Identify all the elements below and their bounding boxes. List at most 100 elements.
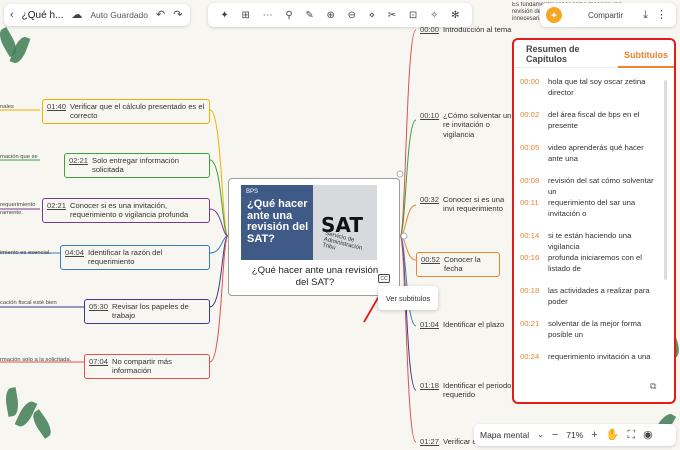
app-logo-icon[interactable]: ✦ [546, 7, 562, 23]
view-controls: Mapa mental ⌄ − 71% + ✋ ⛶ ◉ [474, 424, 676, 446]
offscreen-node-text: mación que se [0, 154, 38, 160]
node-text: Identificar el plazo [443, 320, 505, 329]
subtitle-time[interactable]: 00:11 [520, 197, 540, 230]
add-icon[interactable]: ⊕ [327, 10, 335, 21]
cut-icon[interactable]: ✂ [388, 10, 396, 21]
autosave-status: Auto Guardado [90, 10, 149, 20]
subtitle-item[interactable]: 00:05 video aprenderás qué hacer ante una [520, 142, 660, 175]
node-timestamp[interactable]: 00:10 [420, 111, 439, 120]
left-node[interactable]: 05:30 Revisar los papeles de trabajo [84, 299, 210, 324]
export-icon[interactable]: ⤓ [643, 9, 648, 21]
offscreen-node-text: imiento es esencial. [0, 250, 51, 256]
node-timestamp[interactable]: 01:27 [420, 437, 439, 446]
hand-tool-icon[interactable]: ✋ [606, 429, 620, 441]
format-painter-icon[interactable]: ⚲ [285, 10, 292, 21]
right-node[interactable]: 01:18 Identificar el periodo requerido [420, 381, 512, 400]
chevron-down-icon[interactable]: ⌄ [537, 431, 544, 439]
node-text: Verificar que el cálculo presentado es e… [70, 102, 205, 121]
node-text: Conocer si es una invitación, requerimie… [70, 201, 189, 220]
node-text: Identificar el periodo requerido [443, 381, 512, 400]
view-mode-select[interactable]: Mapa mental [480, 430, 529, 440]
node-timestamp[interactable]: 07:04 [89, 357, 108, 366]
panel-scrollbar[interactable] [664, 80, 667, 280]
subtitle-text: si te están haciendo una vigilancia [548, 231, 632, 252]
node-timestamp[interactable]: 00:32 [420, 195, 439, 204]
subtitle-item[interactable]: 00:02 del área fiscal de bps en el presen… [520, 109, 660, 142]
subtitle-item[interactable]: 00:24 requerimiento invitación a una [520, 351, 660, 371]
tab-chapter-summary[interactable]: Resumen de Capítulos [520, 40, 618, 68]
right-node[interactable]: 00:10 ¿Cómo solventar un re invitación o… [420, 111, 512, 140]
node-timestamp[interactable]: 04:04 [65, 248, 84, 257]
share-header: ✦ Compartir ⤓ ⋮ [540, 3, 676, 27]
magic-icon[interactable]: ✻ [451, 10, 459, 21]
frame-icon[interactable]: ⊡ [409, 10, 417, 21]
left-node[interactable]: 04:04 Identificar la razón del requerimi… [60, 245, 210, 270]
subtitle-text: video aprenderás qué hacer ante una [548, 143, 644, 164]
more-icon[interactable]: ⋯ [263, 10, 273, 21]
document-title[interactable]: ¿Qué h... [22, 10, 64, 21]
node-timestamp[interactable]: 02:21 [47, 201, 66, 210]
subtitle-text: requerimiento del sar una invitación o [548, 198, 636, 219]
subtitle-time[interactable]: 00:02 [520, 109, 540, 142]
edit-icon[interactable]: ✎ [305, 10, 313, 21]
subtitle-text: las actividades a realizar para poder [548, 286, 650, 307]
node-text: Revisar los papeles de trabajo [112, 302, 189, 321]
left-node[interactable]: 01:40 Verificar que el cálculo presentad… [42, 99, 210, 124]
subtitle-item[interactable]: 00:14 si te están haciendo una vigilancia [520, 230, 660, 252]
central-topic-title: ¿Qué hacer ante una revisión del SAT? [251, 265, 379, 288]
subtitle-time[interactable]: 00:05 [520, 142, 540, 175]
closed-captions-icon[interactable]: CC [378, 274, 390, 283]
right-node[interactable]: 00:32 Conocer si es una invi requerimien… [420, 195, 512, 214]
central-topic-card[interactable]: BPS ¿Qué hacer ante una revisión del SAT… [228, 178, 400, 296]
cloud-save-icon: ☁ [71, 8, 83, 21]
chevron-left-icon[interactable]: ‹ [10, 9, 14, 21]
left-node[interactable]: 02:21 Conocer si es una invitación, requ… [42, 198, 210, 223]
node-text: Solo entregar información solicitada [92, 156, 179, 175]
undo-icon[interactable]: ↶ [156, 9, 165, 21]
copy-icon[interactable]: ⧉ [650, 381, 656, 392]
subtitle-item[interactable]: 00:16 profunda iniciaremos con el listado… [520, 252, 660, 285]
right-node[interactable]: 01:04 Identificar el plazo [420, 320, 512, 330]
boundary-icon[interactable]: ⋄ [369, 10, 375, 21]
node-timestamp[interactable]: 01:18 [420, 381, 439, 390]
node-timestamp[interactable]: 01:40 [47, 102, 66, 111]
node-timestamp[interactable]: 05:30 [89, 302, 108, 311]
tab-subtitles[interactable]: Subtítulos [618, 44, 674, 68]
subtitle-time[interactable]: 00:21 [520, 318, 540, 351]
video-thumbnail[interactable]: BPS ¿Qué hacer ante una revisión del SAT… [241, 185, 377, 260]
left-node[interactable]: 07:04 No compartir más información [84, 354, 210, 379]
share-button[interactable]: Compartir [588, 11, 623, 20]
redo-icon[interactable]: ↷ [173, 9, 182, 21]
fit-screen-icon[interactable]: ⛶ [627, 429, 635, 441]
subtitle-time[interactable]: 00:14 [520, 230, 540, 252]
subtitle-item[interactable]: 00:18 las actividades a realizar para pod… [520, 285, 660, 318]
ai-icon[interactable]: ✧ [430, 10, 438, 21]
subtitle-time[interactable]: 00:18 [520, 285, 540, 318]
preview-icon[interactable]: ◉ [643, 429, 653, 441]
offscreen-node-text: rmación solo a la solicitada. [0, 357, 72, 363]
subtitle-item[interactable]: 00:21 solventar de la mejor forma posible… [520, 318, 660, 351]
subtitle-item[interactable]: 00:11 requerimiento del sar una invitació… [520, 197, 660, 230]
node-timestamp[interactable]: 00:52 [421, 255, 440, 264]
node-timestamp[interactable]: 02:21 [69, 156, 88, 165]
more-options-icon[interactable]: ⋮ [656, 9, 667, 21]
subtitle-text: del área fiscal de bps en el presente [548, 110, 640, 131]
subtitle-time[interactable]: 00:00 [520, 76, 540, 109]
node-text: Conocer la fecha [444, 255, 481, 274]
node-timestamp[interactable]: 01:04 [420, 320, 439, 329]
left-node[interactable]: 02:21 Solo entregar información solicita… [64, 153, 210, 178]
subtitle-item[interactable]: 00:00 hola que tal soy oscar zetina direc… [520, 76, 660, 109]
subtitle-time[interactable]: 00:24 [520, 351, 540, 371]
insert-topic-icon[interactable]: ✦ [220, 10, 228, 21]
subtitle-time[interactable]: 00:16 [520, 252, 540, 285]
subtitle-text: solventar de la mejor forma posible un [548, 319, 642, 340]
subtitle-time[interactable]: 00:08 [520, 175, 540, 197]
subtitle-item[interactable]: 00:08 revisión del sat cómo solventar un [520, 175, 660, 197]
right-node[interactable]: 00:52 Conocer la fecha [416, 252, 500, 277]
remove-icon[interactable]: ⊖ [348, 10, 356, 21]
subtitle-text: hola que tal soy oscar zetina director [548, 77, 646, 98]
zoom-out-icon[interactable]: − [552, 429, 558, 441]
thumbnail-headline: ¿Qué hacer ante una revisión del SAT? [247, 198, 309, 245]
subtopic-icon[interactable]: ⊞ [241, 10, 249, 21]
zoom-in-icon[interactable]: + [591, 429, 597, 441]
